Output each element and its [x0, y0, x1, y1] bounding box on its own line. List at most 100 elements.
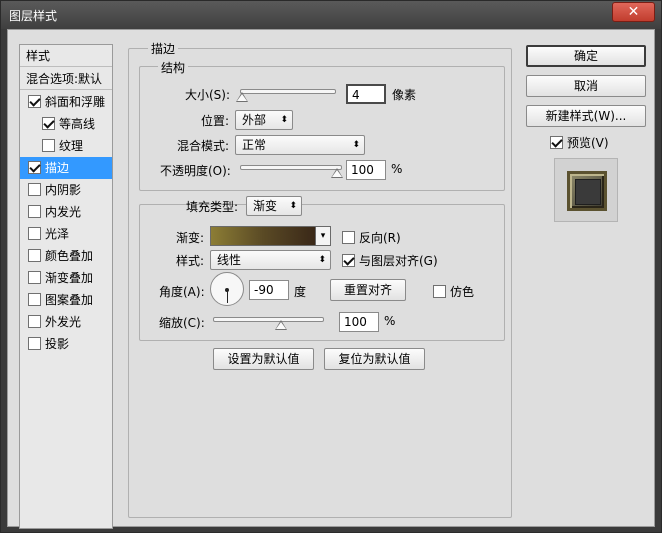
- dither-option[interactable]: 仿色: [433, 283, 474, 300]
- reset-alignment-button[interactable]: 重置对齐: [330, 279, 406, 301]
- size-label: 大小(S):: [185, 88, 231, 102]
- reverse-checkbox[interactable]: [342, 231, 355, 244]
- updown-arrows-icon: ⬍: [280, 115, 288, 125]
- scale-label: 缩放(C):: [159, 316, 205, 330]
- ok-button[interactable]: 确定: [526, 45, 646, 67]
- blend-mode-select[interactable]: 正常 ⬍: [235, 135, 365, 155]
- gradient-swatch[interactable]: [210, 226, 316, 246]
- checkbox-icon[interactable]: [28, 337, 41, 350]
- fill-type-label: 填充类型:: [186, 200, 239, 214]
- angle-dial[interactable]: [210, 272, 244, 306]
- size-unit: 像素: [392, 88, 417, 102]
- style-item-pattern-overlay[interactable]: 图案叠加: [20, 289, 112, 311]
- updown-arrows-icon: ⬍: [318, 255, 326, 265]
- checkbox-icon[interactable]: [28, 249, 41, 262]
- angle-center: [225, 288, 229, 292]
- align-with-layer-option[interactable]: 与图层对齐(G): [342, 252, 438, 269]
- style-item-inner-glow[interactable]: 内发光: [20, 201, 112, 223]
- position-select[interactable]: 外部 ⬍: [235, 110, 293, 130]
- scale-unit: %: [384, 314, 396, 328]
- style-item-bevel-emboss[interactable]: 斜面和浮雕: [20, 91, 112, 113]
- structure-title: 结构: [158, 59, 189, 76]
- checkbox-icon[interactable]: [28, 161, 41, 174]
- fill-type-select[interactable]: 渐变 ⬍: [246, 196, 302, 216]
- style-item-outer-glow[interactable]: 外发光: [20, 311, 112, 333]
- align-checkbox[interactable]: [342, 254, 355, 267]
- style-preview: [554, 158, 618, 222]
- position-value: 外部: [242, 113, 267, 127]
- checkbox-icon[interactable]: [28, 293, 41, 306]
- dither-checkbox[interactable]: [433, 285, 446, 298]
- reset-default-button[interactable]: 复位为默认值: [324, 348, 425, 370]
- cancel-button[interactable]: 取消: [526, 75, 646, 97]
- reverse-label: 反向(R): [359, 231, 401, 245]
- checkbox-icon[interactable]: [42, 117, 55, 130]
- fill-type-value: 渐变: [253, 199, 278, 213]
- opacity-label: 不透明度(O):: [160, 164, 231, 178]
- checkbox-icon[interactable]: [28, 95, 41, 108]
- preview-option[interactable]: 预览(V): [550, 134, 609, 151]
- checkbox-icon[interactable]: [42, 139, 55, 152]
- reverse-option[interactable]: 反向(R): [342, 229, 401, 246]
- preview-thumbnail: [567, 171, 607, 211]
- style-label: 样式:: [176, 254, 205, 268]
- scale-slider-thumb[interactable]: [275, 320, 287, 330]
- size-slider[interactable]: [240, 89, 336, 94]
- opacity-slider[interactable]: [240, 165, 342, 170]
- style-item-label: 描边: [45, 161, 70, 175]
- checkbox-icon[interactable]: [28, 227, 41, 240]
- style-item-label: 内发光: [45, 205, 82, 219]
- chevron-down-icon[interactable]: ▾: [315, 226, 331, 246]
- size-slider-thumb[interactable]: [236, 92, 248, 102]
- preview-checkbox[interactable]: [550, 136, 563, 149]
- size-input[interactable]: 4: [346, 84, 386, 104]
- window-title: 图层样式: [9, 9, 58, 23]
- stroke-section-title: 描边: [148, 40, 179, 57]
- style-item-label: 颜色叠加: [45, 249, 94, 263]
- style-item-stroke[interactable]: 描边: [20, 157, 112, 179]
- angle-label: 角度(A):: [159, 285, 205, 299]
- position-label: 位置:: [201, 114, 230, 128]
- style-item-drop-shadow[interactable]: 投影: [20, 333, 112, 355]
- layer-style-dialog: 图层样式 ✕ 样式 混合选项:默认 斜面和浮雕 等高线 纹理 描边 内阴影 内发…: [0, 0, 662, 533]
- align-label: 与图层对齐(G): [359, 254, 438, 268]
- scale-slider[interactable]: [213, 317, 324, 322]
- style-item-label: 斜面和浮雕: [45, 95, 106, 109]
- style-item-label: 渐变叠加: [45, 271, 94, 285]
- preview-label: 预览(V): [567, 136, 609, 150]
- style-item-inner-shadow[interactable]: 内阴影: [20, 179, 112, 201]
- style-value: 线性: [217, 253, 242, 267]
- opacity-slider-thumb[interactable]: [331, 168, 343, 178]
- blend-options-item[interactable]: 混合选项:默认: [20, 68, 112, 90]
- scale-input[interactable]: 100: [339, 312, 379, 332]
- updown-arrows-icon: ⬍: [352, 140, 360, 150]
- style-item-gradient-overlay[interactable]: 渐变叠加: [20, 267, 112, 289]
- style-item-contour[interactable]: 等高线: [20, 113, 112, 135]
- blend-mode-label: 混合模式:: [177, 139, 230, 153]
- close-icon: ✕: [627, 4, 640, 20]
- dialog-body: 样式 混合选项:默认 斜面和浮雕 等高线 纹理 描边 内阴影 内发光 光泽 颜色…: [7, 29, 655, 529]
- gradient-label: 渐变:: [176, 231, 205, 245]
- style-item-label: 纹理: [59, 139, 84, 153]
- style-item-label: 等高线: [59, 117, 96, 131]
- new-style-button[interactable]: 新建样式(W)...: [526, 105, 646, 127]
- style-list-header[interactable]: 样式: [20, 45, 112, 67]
- style-list: 样式 混合选项:默认 斜面和浮雕 等高线 纹理 描边 内阴影 内发光 光泽 颜色…: [19, 44, 113, 529]
- style-item-label: 光泽: [45, 227, 70, 241]
- title-bar[interactable]: 图层样式 ✕: [1, 1, 661, 29]
- style-item-texture[interactable]: 纹理: [20, 135, 112, 157]
- checkbox-icon[interactable]: [28, 183, 41, 196]
- updown-arrows-icon: ⬍: [289, 201, 297, 211]
- checkbox-icon[interactable]: [28, 315, 41, 328]
- checkbox-icon[interactable]: [28, 271, 41, 284]
- angle-input[interactable]: -90: [249, 280, 289, 300]
- style-item-satin[interactable]: 光泽: [20, 223, 112, 245]
- checkbox-icon[interactable]: [28, 205, 41, 218]
- close-button[interactable]: ✕: [612, 2, 655, 22]
- make-default-button[interactable]: 设置为默认值: [213, 348, 314, 370]
- style-select[interactable]: 线性 ⬍: [210, 250, 331, 270]
- opacity-input[interactable]: 100: [346, 160, 386, 180]
- style-item-label: 投影: [45, 337, 70, 351]
- style-item-color-overlay[interactable]: 颜色叠加: [20, 245, 112, 267]
- style-item-label: 图案叠加: [45, 293, 94, 307]
